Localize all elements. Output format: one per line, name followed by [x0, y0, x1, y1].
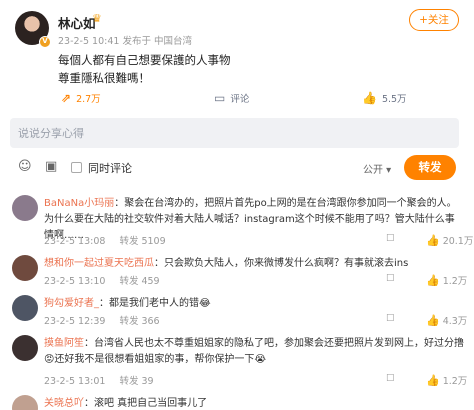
thumbs-up-icon: 👍 [426, 234, 440, 247]
post-date[interactable]: 23-2-5 10:41 [58, 36, 119, 47]
avatar[interactable] [12, 195, 38, 221]
comment-text: 只会欺负大陆人，你来微博发什么疯啊？有事就滚去ins [164, 258, 409, 269]
repost-input[interactable] [10, 118, 459, 148]
comment-separator: ： [99, 298, 109, 309]
emoji-icon[interactable]: ☺ [18, 159, 32, 174]
delete-icon[interactable]: ☐ [386, 313, 395, 324]
post-text: 每個人都有自己想要保護的人事物 尊重隱私很難嗎！ [58, 51, 231, 87]
comment-meta: 23-2-5 13:10 转发 459 [44, 273, 174, 287]
comment-button[interactable]: ▭ 评论 [214, 87, 249, 109]
comment-username[interactable]: 狗勾爱好者_ [44, 298, 99, 309]
comment-username[interactable]: 关晓总吖 [44, 398, 84, 409]
repost-button[interactable]: ⇗ 2.7万 [61, 87, 101, 109]
avatar[interactable] [12, 255, 38, 281]
delete-icon[interactable]: ☐ [386, 373, 395, 384]
comment-like-count: 4.3万 [442, 316, 468, 327]
post-source-label: 发布于 [122, 36, 151, 47]
comment-like-button[interactable]: 👍 1.2万 [426, 273, 467, 287]
comment-separator: ： [154, 258, 164, 269]
also-comment-label: 同时评论 [88, 162, 132, 175]
comment-body: 关晓总吖：滚吧 真把自己当回事儿了 [44, 396, 464, 410]
comment-separator: ： [114, 198, 125, 209]
comment-username[interactable]: BaNaNa小玛丽 [44, 198, 114, 209]
comment-label: 评论 [230, 94, 250, 105]
thumbs-up-icon: 👍 [426, 274, 440, 287]
follow-button[interactable]: +关注 [409, 9, 459, 31]
comment-meta: 23-2-5 13:08 转发 5109 [44, 233, 180, 247]
avatar[interactable] [12, 335, 38, 361]
post-actions: ⇗ 2.7万 ▭ 评论 👍 5.5万 [0, 87, 474, 109]
visibility-dropdown[interactable]: 公开 ▾ [363, 161, 391, 176]
comment-like-count: 1.2万 [442, 376, 468, 387]
comment-separator: ： [84, 398, 94, 409]
post-location: 中国台湾 [154, 36, 193, 47]
username[interactable]: 林心如 [58, 13, 96, 32]
comment-username[interactable]: 想和你一起过夏天吃西瓜 [44, 258, 154, 269]
also-comment-checkbox[interactable] [71, 162, 82, 173]
thumbs-up-icon: 👍 [426, 374, 440, 387]
like-button[interactable]: 👍 5.5万 [362, 87, 407, 109]
thumbs-up-icon: 👍 [362, 91, 377, 105]
post-line: 每個人都有自己想要保護的人事物 [58, 53, 231, 67]
comment-date: 23-2-5 13:08 [44, 236, 106, 247]
post-card: V 林心如 ♛ 23-2-5 10:41 发布于 中国台湾 +关注 每個人都有自… [0, 0, 474, 118]
comment-like-button[interactable]: 👍 4.3万 [426, 313, 467, 327]
comment-body: 摸鱼阿笙：台湾省人民也太不尊重姐姐家的隐私了吧，参加聚会还要把照片发到网上，好过… [44, 336, 464, 368]
comment-separator: ： [84, 338, 94, 349]
repost-submit-button[interactable]: 转发 [404, 155, 456, 180]
delete-icon[interactable]: ☐ [386, 273, 395, 284]
comment-repost-count[interactable]: 转发 39 [119, 376, 153, 387]
crown-icon: ♛ [92, 12, 102, 25]
comment-repost-count[interactable]: 转发 5109 [119, 236, 165, 247]
comment-date: 23-2-5 13:10 [44, 276, 106, 287]
avatar[interactable] [12, 395, 38, 410]
post-line: 尊重隱私很難嗎！ [58, 71, 150, 85]
comment-text: 都是我们老中人的错😂 [109, 298, 211, 309]
comment-meta: 23-2-5 13:01 转发 39 [44, 373, 168, 387]
repost-icon: ⇗ [61, 91, 72, 105]
thumbs-up-icon: 👍 [426, 314, 440, 327]
comment-repost-count[interactable]: 转发 366 [119, 316, 159, 327]
post-meta: 23-2-5 10:41 发布于 中国台湾 [58, 33, 192, 47]
weibo-post-page: V 林心如 ♛ 23-2-5 10:41 发布于 中国台湾 +关注 每個人都有自… [0, 0, 474, 410]
image-icon[interactable]: ▣ [45, 159, 57, 174]
comment-body: 狗勾爱好者_：都是我们老中人的错😂 [44, 296, 464, 312]
comment-like-button[interactable]: 👍 20.1万 [426, 233, 473, 247]
comment-body: 想和你一起过夏天吃西瓜：只会欺负大陆人，你来微博发什么疯啊？有事就滚去ins [44, 256, 464, 272]
avatar[interactable] [12, 295, 38, 321]
comment-meta: 23-2-5 12:39 转发 366 [44, 313, 174, 327]
composer-toolbar: ☺ ▣ 同时评论 公开 ▾ 转发 [0, 153, 474, 183]
comment-repost-count[interactable]: 转发 459 [119, 276, 159, 287]
comment-like-count: 1.2万 [442, 276, 468, 287]
comment-icon: ▭ [214, 91, 226, 105]
comment-like-count: 20.1万 [442, 236, 474, 247]
comment-username[interactable]: 摸鱼阿笙 [44, 338, 84, 349]
comment-date: 23-2-5 12:39 [44, 316, 106, 327]
comment-date: 23-2-5 13:01 [44, 376, 106, 387]
comment-text: 台湾省人民也太不尊重姐姐家的隐私了吧，参加聚会还要把照片发到网上，好过分撸😡还好… [44, 338, 464, 365]
repost-count: 2.7万 [76, 94, 101, 105]
comment-text: 滚吧 真把自己当回事儿了 [94, 398, 208, 409]
comment-like-button[interactable]: 👍 1.2万 [426, 373, 467, 387]
delete-icon[interactable]: ☐ [386, 233, 395, 244]
like-count: 5.5万 [381, 94, 407, 105]
verified-badge-icon: V [39, 36, 51, 48]
